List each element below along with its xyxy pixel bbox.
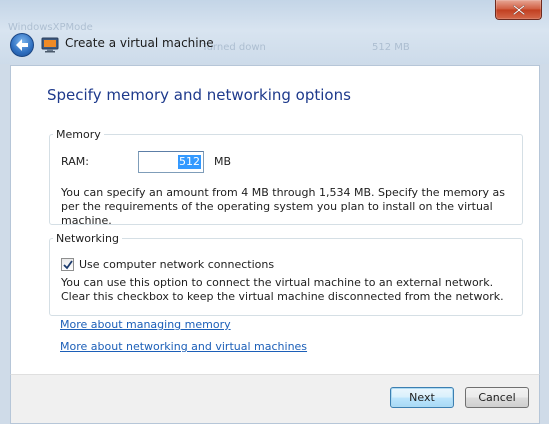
virtual-machine-icon [41, 37, 59, 53]
ram-value: 512 [178, 155, 201, 169]
memory-description: You can specify an amount from 4 MB thro… [61, 186, 505, 227]
ram-label: RAM: [61, 155, 89, 168]
next-button[interactable]: Next [390, 387, 454, 408]
networking-group: Networking Use computer network connecti… [49, 232, 523, 316]
background-window-text: 512 MB [372, 42, 410, 53]
checkmark-icon [63, 260, 73, 270]
button-bar: Next Cancel [10, 374, 540, 424]
page-heading: Specify memory and networking options [47, 86, 351, 104]
close-button[interactable] [495, 0, 542, 20]
ram-input[interactable]: 512 [138, 151, 204, 173]
networking-description: You can use this option to connect the v… [61, 276, 504, 303]
link-managing-memory[interactable]: More about managing memory [60, 318, 231, 331]
link-networking-virtual-machines[interactable]: More about networking and virtual machin… [60, 340, 307, 353]
close-icon [513, 5, 525, 15]
network-connections-checkbox[interactable] [61, 258, 74, 271]
network-connections-label[interactable]: Use computer network connections [79, 258, 274, 271]
dialog-title: Create a virtual machine [65, 36, 214, 50]
background-window-text: WindowsXPMode [8, 22, 93, 33]
networking-group-label: Networking [56, 232, 119, 245]
back-button[interactable] [10, 33, 34, 57]
ram-unit: MB [214, 155, 232, 168]
memory-group: Memory RAM: 512 MB You can specify an am… [49, 128, 523, 227]
memory-group-label: Memory [56, 128, 101, 141]
cancel-button[interactable]: Cancel [465, 387, 529, 408]
title-bar: WindowsXPMode Turned down 512 MB Create … [0, 0, 549, 64]
back-arrow-icon [16, 39, 28, 51]
wizard-content: Specify memory and networking options Me… [10, 65, 540, 374]
